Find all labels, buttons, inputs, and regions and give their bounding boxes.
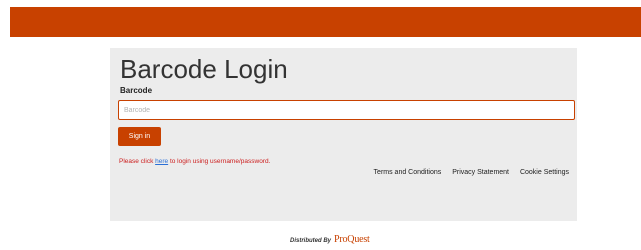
cookie-settings-link[interactable]: Cookie Settings xyxy=(520,169,569,176)
proquest-logo: ProQuest xyxy=(334,234,370,245)
login-panel: Barcode Login Barcode Sign in Please cli… xyxy=(110,48,577,221)
page-title: Barcode Login xyxy=(120,54,288,84)
footer-links: Terms and Conditions Privacy Statement C… xyxy=(365,169,569,176)
terms-link[interactable]: Terms and Conditions xyxy=(374,169,442,176)
barcode-input[interactable] xyxy=(118,100,575,120)
alternate-login-link[interactable]: here xyxy=(155,158,168,165)
alternate-login-suffix: to login using username/password. xyxy=(168,158,271,165)
top-banner xyxy=(10,7,641,37)
privacy-link[interactable]: Privacy Statement xyxy=(452,169,509,176)
sign-in-button[interactable]: Sign in xyxy=(118,127,161,146)
barcode-label: Barcode xyxy=(120,86,153,95)
distributor-credit: Distributed By ProQuest xyxy=(290,234,370,245)
distributed-by-text: Distributed By xyxy=(290,238,332,244)
alternate-login-message: Please click here to login using usernam… xyxy=(119,158,270,165)
alternate-login-prefix: Please click xyxy=(119,158,156,165)
